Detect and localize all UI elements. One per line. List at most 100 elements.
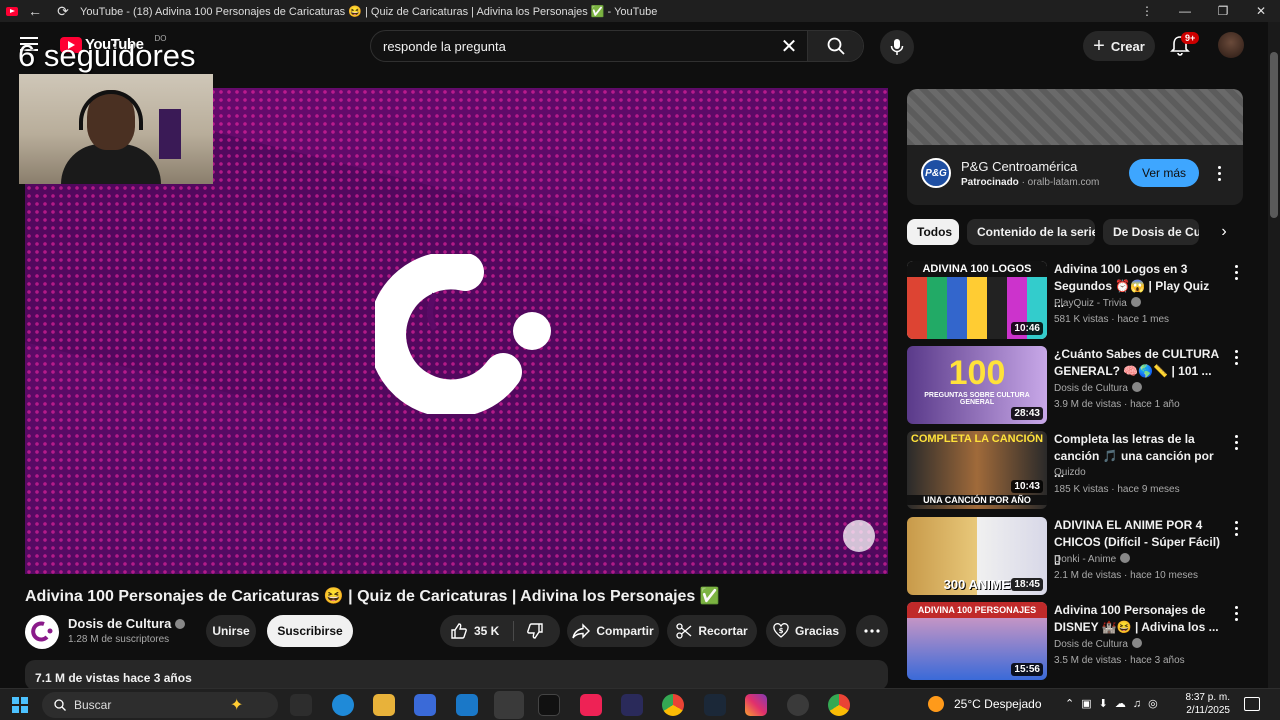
- video-thumbnail[interactable]: ADIVINA 100 LOGOS 10:46: [907, 261, 1047, 339]
- chevron-right-icon[interactable]: ›: [1213, 221, 1235, 243]
- taskbar-search[interactable]: Buscar ✦: [42, 692, 278, 718]
- webcam-shelf: [159, 109, 181, 159]
- weather-widget[interactable]: 25°C Despejado: [954, 697, 1042, 711]
- recommendation-title[interactable]: ¿Cuánto Sabes de CULTURA GENERAL? 🧠🌎📏 | …: [1054, 346, 1222, 380]
- youtube-favicon-icon: [6, 6, 18, 16]
- outlook-icon[interactable]: [456, 694, 478, 716]
- scrollbar-thumb[interactable]: [1270, 52, 1278, 218]
- chrome-icon[interactable]: [662, 694, 684, 716]
- tiktok-icon[interactable]: [538, 694, 560, 716]
- close-window-button[interactable]: ✕: [1242, 0, 1280, 22]
- obs-icon[interactable]: [787, 694, 809, 716]
- chip-all[interactable]: Todos: [907, 219, 959, 245]
- advertiser-logo[interactable]: P&G: [921, 158, 951, 188]
- tiktok-studio-icon[interactable]: [580, 694, 602, 716]
- youtube-app-icon[interactable]: [494, 691, 524, 719]
- chip-from-channel[interactable]: De Dosis de Cultura: [1103, 219, 1199, 245]
- more-options-icon[interactable]: [1229, 521, 1243, 539]
- verified-icon: [1131, 638, 1142, 648]
- windows-start-icon[interactable]: [12, 697, 28, 713]
- taskbar-search-placeholder: Buscar: [74, 698, 112, 712]
- thumbnail-text: 100: [948, 354, 1006, 392]
- clip-button[interactable]: Recortar: [667, 615, 757, 647]
- channel-avatar[interactable]: [25, 615, 59, 649]
- like-count[interactable]: 35 K: [474, 624, 499, 638]
- recommendation-title[interactable]: Adivina 100 Personajes de DISNEY 🏰😆 | Ad…: [1054, 602, 1222, 636]
- recommendation-meta: 3.9 M de vistas · hace 1 año: [1054, 399, 1180, 410]
- steam-icon[interactable]: [704, 694, 726, 716]
- clock-time: 8:37 p. m.: [1185, 692, 1230, 703]
- subscribe-button[interactable]: Suscribirse: [267, 615, 353, 647]
- video-duration: 10:46: [1011, 322, 1043, 335]
- recommendation-channel: Quizdo: [1054, 467, 1086, 478]
- video-duration: 15:56: [1011, 663, 1043, 676]
- chip-series-content[interactable]: Contenido de la serie: [967, 219, 1095, 245]
- search-icon: [54, 699, 66, 711]
- instagram-icon[interactable]: [745, 694, 767, 716]
- minimize-button[interactable]: —: [1166, 0, 1204, 22]
- more-options-icon[interactable]: [1229, 265, 1243, 283]
- recommendation-item[interactable]: COMPLETA LA CANCIÓN UNA CANCIÓN POR AÑO …: [907, 431, 1247, 509]
- verified-icon: [175, 619, 186, 629]
- notification-center-icon[interactable]: [1244, 697, 1260, 711]
- more-options-icon[interactable]: [1229, 350, 1243, 368]
- thanks-label: Gracias: [794, 624, 840, 638]
- more-options-icon[interactable]: [1229, 606, 1243, 624]
- recommendation-item[interactable]: 300 ANIME 18:45 ADIVINA EL ANIME POR 4 C…: [907, 517, 1247, 595]
- video-title: Adivina 100 Personajes de Caricaturas 😆 …: [25, 588, 720, 605]
- edge-browser-icon[interactable]: [332, 694, 354, 716]
- channel-name-text: Dosis de Cultura: [68, 616, 172, 631]
- like-icon[interactable]: [450, 622, 468, 640]
- headset-icon: [79, 90, 143, 130]
- channel-text: Dosis de Cultura: [1054, 383, 1128, 394]
- thumbnail-subtext: PREGUNTAS SOBRE CULTURA GENERAL: [924, 392, 1030, 406]
- channel-name[interactable]: Dosis de Cultura: [68, 616, 186, 631]
- sponsored-ad-card[interactable]: P&G P&G Centroamérica Patrocinado · oral…: [907, 89, 1243, 205]
- microsoft-store-icon[interactable]: [414, 694, 436, 716]
- search-icon: [827, 37, 845, 55]
- back-button[interactable]: ←: [24, 3, 46, 19]
- voice-search-button[interactable]: [880, 30, 914, 64]
- capcut-icon[interactable]: [621, 694, 643, 716]
- followers-overlay: 6 seguidores: [18, 38, 196, 73]
- browser-menu-button[interactable]: ⋮: [1128, 0, 1166, 22]
- thanks-button[interactable]: $ Gracias: [766, 615, 846, 647]
- video-thumbnail[interactable]: ADIVINA 100 PERSONAJES 15:56: [907, 602, 1047, 680]
- file-explorer-icon[interactable]: [373, 694, 395, 716]
- search-button[interactable]: [807, 31, 863, 61]
- video-thumbnail[interactable]: COMPLETA LA CANCIÓN UNA CANCIÓN POR AÑO …: [907, 431, 1047, 509]
- reload-button[interactable]: ⟳: [52, 3, 74, 20]
- advertiser-name[interactable]: P&G Centroamérica: [961, 159, 1077, 174]
- video-thumbnail[interactable]: 300 ANIME 18:45: [907, 517, 1047, 595]
- create-button[interactable]: + Crear: [1083, 31, 1155, 61]
- verified-icon: [1131, 382, 1142, 392]
- more-actions-button[interactable]: [856, 615, 888, 647]
- ad-cta-button[interactable]: Ver más: [1129, 159, 1199, 187]
- share-button[interactable]: Compartir: [567, 615, 659, 647]
- maximize-button[interactable]: ❐: [1204, 0, 1242, 22]
- chrome-profile-icon[interactable]: [828, 694, 850, 716]
- taskbar-clock[interactable]: 8:37 p. m. 2/11/2025: [1180, 691, 1230, 717]
- task-view-icon[interactable]: [290, 694, 312, 716]
- account-avatar[interactable]: [1218, 32, 1244, 58]
- clear-search-button[interactable]: ✕: [771, 34, 807, 59]
- system-tray-icons[interactable]: ⌃▣⬇☁♫◎: [1065, 697, 1165, 710]
- recommendation-meta: 581 K vistas · hace 1 mes: [1054, 314, 1170, 325]
- recommendation-item[interactable]: 100 PREGUNTAS SOBRE CULTURA GENERAL 28:4…: [907, 346, 1247, 424]
- ad-banner-image[interactable]: [907, 89, 1243, 145]
- search-input[interactable]: responde la pregunta: [383, 39, 771, 54]
- description-box[interactable]: 7.1 M de vistas hace 3 años: [25, 660, 888, 690]
- ad-more-options-icon[interactable]: [1212, 166, 1226, 184]
- more-options-icon[interactable]: [1229, 435, 1243, 453]
- dislike-icon[interactable]: [526, 622, 544, 640]
- channel-logo-icon: [31, 621, 53, 642]
- video-thumbnail[interactable]: 100 PREGUNTAS SOBRE CULTURA GENERAL 28:4…: [907, 346, 1047, 424]
- recommendation-item[interactable]: ADIVINA 100 PERSONAJES 15:56 Adivina 100…: [907, 602, 1247, 680]
- join-button[interactable]: Unirse: [206, 615, 256, 647]
- notification-badge: 9+: [1181, 32, 1200, 44]
- recommendation-meta: 3.5 M de vistas · hace 3 años: [1054, 655, 1185, 666]
- recommendation-channel: Dosis de Cultura: [1054, 638, 1142, 650]
- watermark-logo[interactable]: [843, 520, 875, 552]
- recommendation-item[interactable]: ADIVINA 100 LOGOS 10:46 Adivina 100 Logo…: [907, 261, 1247, 339]
- webcam-overlay: [19, 74, 213, 184]
